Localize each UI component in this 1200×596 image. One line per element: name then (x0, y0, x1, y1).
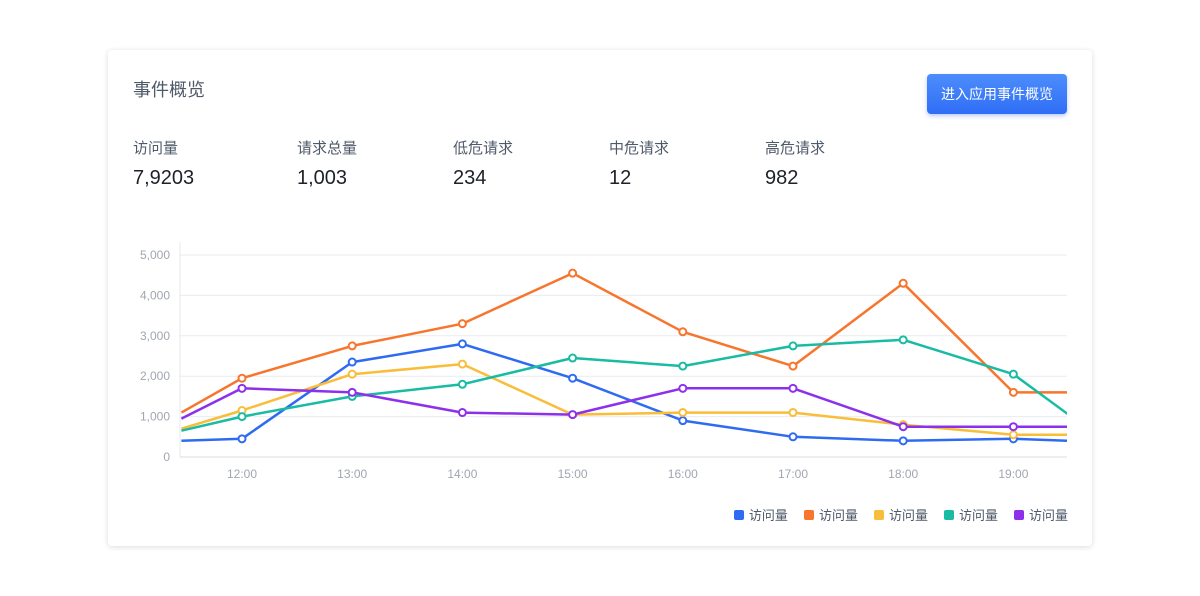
data-point (237, 373, 247, 383)
data-point (237, 434, 247, 444)
legend-label: 访问量 (958, 508, 998, 523)
data-point (788, 408, 798, 418)
legend-label: 访问量 (888, 508, 928, 523)
legend-swatch (873, 509, 884, 520)
data-point (237, 383, 247, 393)
data-point (457, 319, 467, 329)
data-point (898, 436, 908, 446)
data-point (568, 373, 578, 383)
data-point (347, 341, 357, 351)
y-tick-label: 4,000 (140, 288, 170, 302)
data-point (457, 359, 467, 369)
x-tick-label: 17:00 (778, 467, 808, 481)
line-chart: 0 1,000 2,000 3,000 4,000 5,000 12:00 13:00 14:0… (140, 242, 1067, 481)
legend-label: 访问量 (1028, 508, 1068, 523)
x-tick-label: 19:00 (998, 467, 1028, 481)
data-point (1008, 422, 1018, 432)
data-point (457, 339, 467, 349)
y-tick-label: 5,000 (140, 248, 170, 262)
data-point (568, 353, 578, 363)
legend-label: 访问量 (818, 508, 858, 523)
legend-label: 访问量 (748, 508, 788, 523)
data-point (678, 416, 688, 426)
data-point (678, 383, 688, 393)
legend-item-1[interactable]: 访问量 (733, 505, 788, 524)
legend-item-4[interactable]: 访问量 (943, 505, 998, 524)
y-tick-label: 0 (163, 450, 170, 464)
data-point (568, 410, 578, 420)
data-point (788, 361, 798, 371)
series-line-5 (180, 387, 1067, 428)
data-point (1008, 430, 1018, 440)
x-tick-label: 14:00 (447, 467, 477, 481)
data-point (457, 379, 467, 389)
data-point (678, 408, 688, 418)
legend-item-2[interactable]: 访问量 (803, 505, 858, 524)
legend-swatch (733, 509, 744, 520)
legend-item-5[interactable]: 访问量 (1013, 505, 1068, 524)
chart-legend: 访问量 访问量 访问量 访问量 访问量 (733, 505, 1068, 524)
data-point (457, 408, 467, 418)
event-overview-card: 事件概览 进入应用事件概览 访问量 7,9203 请求总量 1,003 低危请求… (108, 50, 1092, 546)
data-point (898, 422, 908, 432)
x-tick-label: 13:00 (337, 467, 367, 481)
legend-swatch (1013, 509, 1024, 520)
legend-item-3[interactable]: 访问量 (873, 505, 928, 524)
x-tick-label: 16:00 (668, 467, 698, 481)
data-point (678, 327, 688, 337)
x-tick-label: 18:00 (888, 467, 918, 481)
data-point (568, 268, 578, 278)
data-point (347, 387, 357, 397)
data-point (788, 383, 798, 393)
data-point (678, 361, 688, 371)
data-point (898, 335, 908, 345)
data-point (1008, 387, 1018, 397)
data-point (1008, 369, 1018, 379)
y-tick-label: 2,000 (140, 369, 170, 383)
data-point (898, 278, 908, 288)
x-tick-label: 12:00 (227, 467, 257, 481)
data-point (788, 341, 798, 351)
legend-swatch (803, 509, 814, 520)
data-point (347, 369, 357, 379)
data-point (237, 412, 247, 422)
legend-swatch (943, 509, 954, 520)
y-tick-label: 3,000 (140, 329, 170, 343)
data-point (788, 432, 798, 442)
y-tick-label: 1,000 (140, 410, 170, 424)
x-tick-label: 15:00 (558, 467, 588, 481)
data-point (347, 357, 357, 367)
